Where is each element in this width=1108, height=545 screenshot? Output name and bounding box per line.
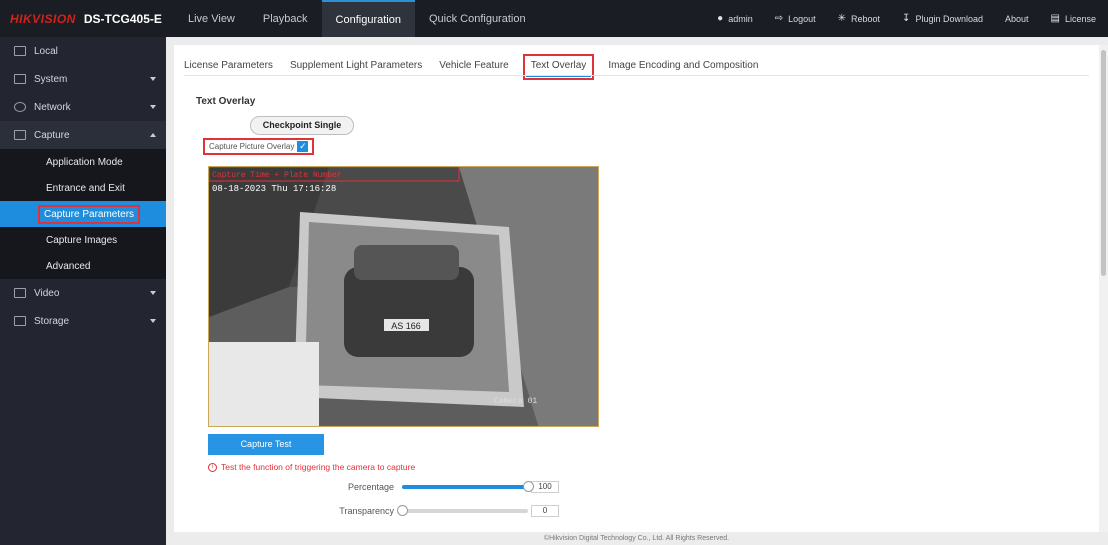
sidebar-item-application-mode[interactable]: Application Mode	[0, 149, 166, 175]
chevron-down-icon	[150, 105, 156, 109]
user-icon: ●	[717, 13, 724, 24]
sidebar-item-network[interactable]: Network	[0, 93, 166, 121]
brand: HIKVISION DS-TCG405-E	[0, 0, 174, 37]
overlay-text-1: Capture Time + Plate Number	[212, 171, 342, 180]
user-menu[interactable]: ● admin	[717, 13, 753, 24]
nav-playback[interactable]: Playback	[249, 0, 322, 37]
chevron-up-icon	[150, 133, 156, 137]
percentage-label: Percentage	[347, 482, 394, 492]
chevron-down-icon	[150, 291, 156, 295]
monitor-icon	[14, 46, 26, 56]
capture-picture-overlay-label: Capture Picture Overlay	[209, 142, 295, 151]
storage-icon	[14, 316, 26, 326]
license-button[interactable]: ▤ License	[1051, 13, 1096, 24]
checkpoint-single-button[interactable]: Checkpoint Single	[250, 116, 354, 135]
overlay-camera-label: Camera 01	[494, 397, 537, 406]
tab-vehicle-feature[interactable]: Vehicle Feature	[439, 57, 509, 77]
page-scrollbar[interactable]	[1099, 45, 1108, 532]
network-icon	[14, 102, 26, 112]
top-bar: HIKVISION DS-TCG405-E Live View Playback…	[0, 0, 1108, 37]
transparency-label: Transparency	[339, 506, 394, 516]
reboot-button[interactable]: ✳ Reboot	[838, 13, 880, 24]
info-icon: i	[208, 462, 217, 472]
hikvision-logo: HIKVISION	[10, 11, 76, 26]
main-nav: Live View Playback Configuration Quick C…	[174, 0, 540, 37]
capture-icon	[14, 130, 26, 140]
footer-copyright: ©Hikvision Digital Technology Co., Ltd. …	[543, 535, 730, 542]
capture-test-hint: i Test the function of triggering the ca…	[208, 462, 415, 472]
sidebar-item-advanced[interactable]: Advanced	[0, 253, 166, 279]
sidebar-item-video[interactable]: Video	[0, 279, 166, 307]
tab-license-parameters[interactable]: License Parameters	[184, 57, 273, 77]
tab-text-overlay[interactable]: Text Overlay	[522, 54, 595, 80]
sidebar-item-capture[interactable]: Capture	[0, 121, 166, 149]
reboot-icon: ✳	[837, 13, 847, 24]
section-title: Text Overlay	[196, 96, 256, 107]
tab-image-encoding-composition[interactable]: Image Encoding and Composition	[608, 57, 758, 77]
sidebar-item-capture-parameters[interactable]: Capture Parameters	[0, 201, 166, 227]
device-model: DS-TCG405-E	[83, 11, 162, 26]
sidebar-item-entrance-exit[interactable]: Entrance and Exit	[0, 175, 166, 201]
logout-button[interactable]: ⇨ Logout	[775, 13, 816, 24]
transparency-slider[interactable]	[397, 505, 528, 516]
capture-test-button[interactable]: Capture Test	[208, 434, 324, 455]
checkmark-icon: ✓	[297, 141, 309, 152]
scrollbar-thumb[interactable]	[1101, 50, 1106, 276]
percentage-slider-handle[interactable]	[523, 481, 534, 492]
nav-quick-configuration[interactable]: Quick Configuration	[415, 0, 540, 37]
sidebar-item-system[interactable]: System	[0, 65, 166, 93]
percentage-slider-row: Percentage 100	[304, 481, 559, 493]
tab-supplement-light-parameters[interactable]: Supplement Light Parameters	[290, 57, 422, 77]
capture-preview-image: AS 166 Capture Time + Plate Number 08-18…	[208, 166, 599, 427]
license-icon: ▤	[1050, 13, 1060, 24]
header-actions: ● admin ⇨ Logout ✳ Reboot ↧ Plugin Download …	[695, 0, 1108, 37]
tab-bar: License Parameters Supplement Light Para…	[184, 54, 775, 80]
license-plate-text: AS 166	[391, 321, 421, 331]
nav-live-view[interactable]: Live View	[174, 0, 249, 37]
sidebar-item-storage[interactable]: Storage	[0, 307, 166, 335]
sidebar: Local System Network Capture Application…	[0, 37, 166, 545]
sidebar-item-capture-images[interactable]: Capture Images	[0, 227, 166, 253]
capture-submenu: Application Mode Entrance and Exit Captu…	[0, 149, 166, 279]
logout-icon: ⇨	[774, 13, 784, 24]
nav-configuration[interactable]: Configuration	[321, 0, 415, 37]
transparency-slider-row: Transparency 0	[304, 505, 559, 517]
overlay-timestamp: 08-18-2023 Thu 17:16:28	[212, 184, 336, 194]
download-icon: ↧	[902, 13, 911, 24]
about-button[interactable]: About	[1005, 14, 1029, 24]
transparency-slider-handle[interactable]	[397, 505, 408, 516]
system-icon	[14, 74, 26, 84]
sidebar-item-local[interactable]: Local	[0, 37, 166, 65]
main-panel: License Parameters Supplement Light Para…	[174, 45, 1099, 532]
tab-divider	[184, 75, 1089, 76]
chevron-down-icon	[150, 77, 156, 81]
capture-picture-overlay-checkbox[interactable]: Capture Picture Overlay ✓	[203, 138, 315, 155]
percentage-slider[interactable]	[402, 481, 534, 492]
plugin-download-button[interactable]: ↧ Plugin Download	[902, 13, 983, 24]
video-icon	[14, 288, 26, 298]
percentage-value[interactable]: 100	[531, 481, 559, 493]
percentage-slider-fill	[402, 485, 528, 489]
parking-camera-snapshot: AS 166 Capture Time + Plate Number 08-18…	[209, 167, 598, 426]
transparency-value[interactable]: 0	[531, 505, 559, 517]
chevron-down-icon	[150, 319, 156, 323]
